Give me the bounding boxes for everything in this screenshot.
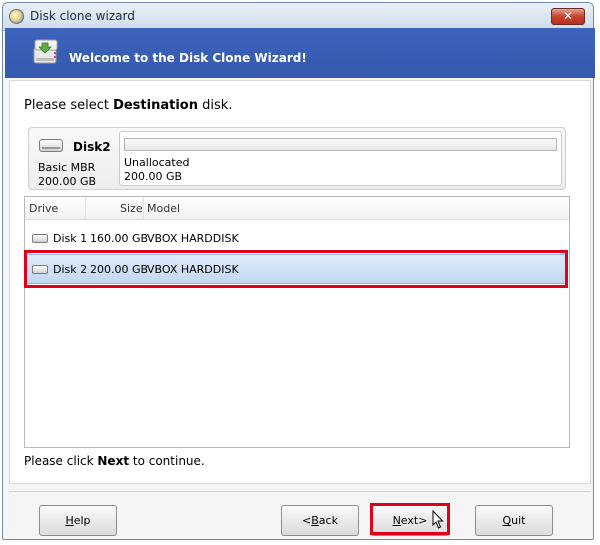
column-separator [85, 197, 86, 219]
disk-size: 200.00 GB [38, 175, 97, 188]
app-icon [9, 9, 24, 24]
help-label-post: elp [73, 514, 91, 527]
hint-suffix: to continue. [129, 454, 205, 468]
hard-disk-icon [39, 139, 63, 152]
disk-name: Disk2 [73, 140, 111, 154]
mouse-cursor-icon [432, 510, 444, 529]
row-model: VBOX HARDDISK [147, 232, 239, 245]
prompt-bold: Destination [113, 98, 198, 113]
hint-prefix: Please click [24, 454, 98, 468]
list-header: Drive Size Model [25, 197, 569, 220]
partition-label: Unallocated [124, 156, 190, 169]
quit-button[interactable]: Quit [475, 505, 553, 536]
row-model: VBOX HARDDISK [147, 263, 239, 276]
selected-disk-card: Disk2 Basic MBR 200.00 GB Unallocated 20… [28, 127, 566, 190]
window-title: Disk clone wizard [30, 9, 135, 23]
disk-row-2[interactable]: Disk 2 200.00 GB VBOX HARDDISK [26, 254, 568, 284]
disk-type: Basic MBR [38, 161, 96, 174]
back-label-post: ack [318, 514, 338, 527]
disk-clone-icon [33, 39, 58, 64]
row-drive: Disk 1 [53, 232, 88, 245]
wizard-content: Please select Destination disk. Disk2 Ba… [9, 80, 591, 484]
help-label-accel: H [65, 514, 74, 527]
column-size[interactable]: Size [120, 202, 143, 215]
title-bar: Disk clone wizard ✕ [3, 3, 593, 31]
quit-label-post: uit [511, 514, 526, 527]
row-size: 160.00 GB [90, 232, 149, 245]
continue-hint: Please click Next to continue. [24, 454, 205, 468]
quit-label-accel: Q [502, 514, 512, 527]
partition-bar [124, 138, 557, 151]
wizard-banner: Welcome to the Disk Clone Wizard! [5, 28, 595, 78]
help-button[interactable]: Help [39, 505, 117, 536]
row-size: 200.00 GB [90, 263, 149, 276]
back-button[interactable]: <Back [281, 505, 359, 536]
prompt-suffix: disk. [197, 98, 233, 113]
column-model[interactable]: Model [147, 202, 180, 215]
hint-bold: Next [97, 454, 130, 468]
row-drive: Disk 2 [53, 263, 88, 276]
partition-size: 200.00 GB [124, 170, 183, 183]
banner-title: Welcome to the Disk Clone Wizard! [69, 51, 307, 65]
close-icon: ✕ [562, 9, 574, 23]
disk-list[interactable]: Drive Size Model Disk 1 160.00 GB VBOX H… [24, 196, 570, 448]
disk-row-1[interactable]: Disk 1 160.00 GB VBOX HARDDISK [26, 223, 568, 253]
close-button[interactable]: ✕ [551, 8, 585, 25]
partition-block[interactable]: Unallocated 200.00 GB [119, 131, 562, 186]
hard-disk-icon [32, 265, 48, 274]
prompt-prefix: Please select [24, 98, 114, 113]
back-label-pre: < [302, 514, 312, 527]
back-label-accel: B [311, 514, 319, 527]
button-bar-separator [9, 491, 591, 492]
column-drive[interactable]: Drive [29, 202, 58, 215]
select-prompt: Please select Destination disk. [24, 98, 232, 113]
hard-disk-icon [32, 234, 48, 243]
column-separator [143, 197, 144, 219]
disk-info: Disk2 Basic MBR 200.00 GB [29, 128, 119, 189]
